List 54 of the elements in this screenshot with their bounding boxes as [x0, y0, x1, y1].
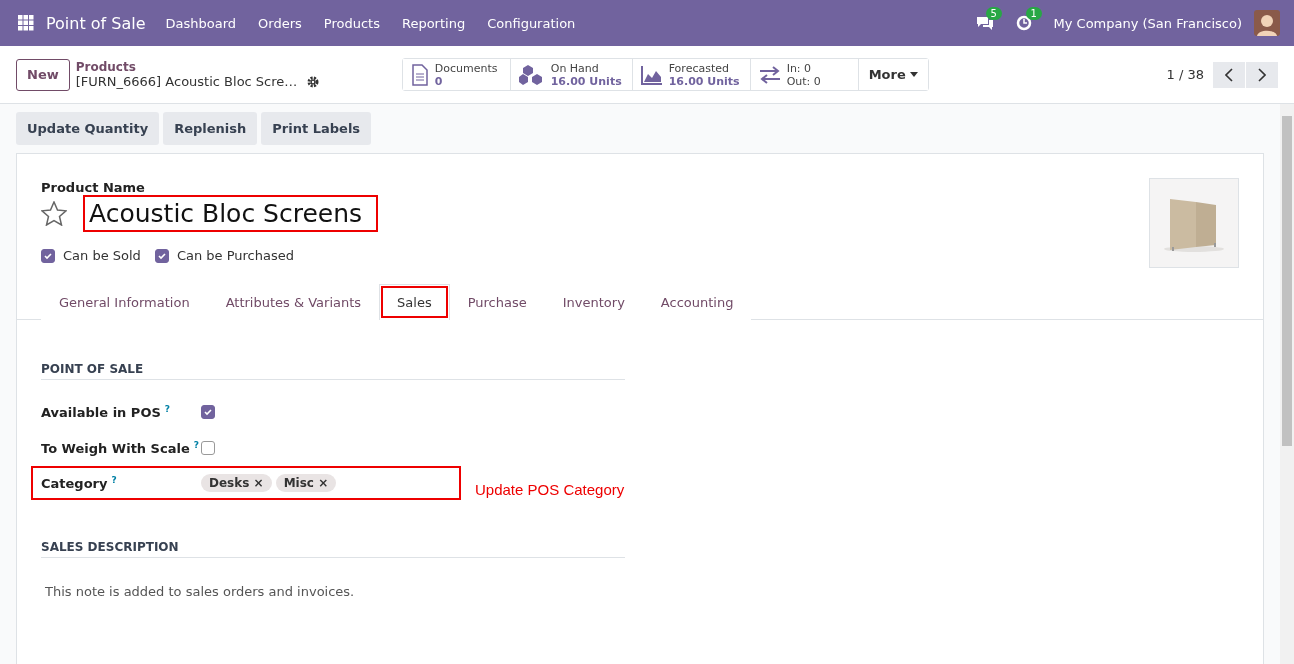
- record-title: [FURN_6666] Acoustic Bloc Scre…: [75, 74, 298, 89]
- checkbox[interactable]: [201, 405, 215, 419]
- checkmark-icon: [203, 407, 213, 417]
- category-tag[interactable]: Misc ×: [275, 474, 337, 492]
- new-button[interactable]: New: [16, 58, 70, 91]
- category-tag[interactable]: Desks ×: [201, 474, 272, 492]
- menu-item[interactable]: Products: [323, 15, 380, 31]
- menu-item[interactable]: Reporting: [401, 15, 466, 31]
- message-count-badge: 5: [985, 7, 1002, 20]
- chevron-left-icon: [1225, 67, 1233, 82]
- annotation-text: Update POS Category: [475, 481, 625, 498]
- settings-icon[interactable]: [307, 75, 320, 88]
- app-grid-icon[interactable]: [18, 15, 34, 31]
- section-title: SALES DESCRIPTION: [41, 540, 625, 558]
- field-label: Product Name: [41, 180, 146, 195]
- chat-icon[interactable]: [975, 15, 994, 31]
- next-button[interactable]: [1246, 61, 1278, 88]
- checkmark-icon: [156, 250, 167, 261]
- previous-button[interactable]: [1213, 61, 1245, 88]
- description-field[interactable]: This note is added to sales orders and invoices.: [41, 558, 625, 599]
- area-chart-icon: [640, 64, 663, 85]
- section-title: POINT OF SALE: [41, 362, 625, 380]
- pager-counter[interactable]: 1 / 38: [1166, 67, 1204, 82]
- menu-item[interactable]: Orders: [258, 15, 302, 31]
- menu-item[interactable]: Configuration: [487, 15, 576, 31]
- clock-icon[interactable]: [1015, 15, 1032, 31]
- exchange-icon: [758, 65, 781, 84]
- action-button[interactable]: Update Quantity: [16, 112, 160, 145]
- checkbox[interactable]: [154, 248, 169, 263]
- cubes-icon: [518, 63, 545, 86]
- tab[interactable]: Sales: [379, 284, 450, 320]
- avatar-icon[interactable]: [1254, 10, 1280, 36]
- breadcrumb-link[interactable]: Products: [75, 60, 402, 74]
- field-label: Available in POS $^{?}$: [41, 403, 172, 421]
- smart-button[interactable]: Documents 0: [402, 59, 511, 90]
- scrollbar[interactable]: [1280, 104, 1294, 664]
- checkbox-label: Can be Purchased: [176, 248, 294, 263]
- checkbox-label: Can be Sold: [63, 248, 141, 263]
- menu-item[interactable]: Dashboard: [165, 15, 237, 31]
- chevron-right-icon: [1258, 67, 1266, 82]
- field-label: Category $^{?}$: [41, 474, 118, 492]
- star-icon[interactable]: [41, 201, 67, 226]
- document-icon: [410, 63, 429, 86]
- action-button[interactable]: Print Labels: [261, 112, 372, 145]
- caret-icon: [909, 72, 918, 77]
- product-name-field[interactable]: Acoustic Bloc Screens: [83, 195, 379, 232]
- checkbox[interactable]: [201, 441, 215, 455]
- activity-count-badge: 1: [1025, 7, 1042, 20]
- company-name[interactable]: My Company (San Francisco): [1053, 15, 1242, 31]
- checkbox[interactable]: [41, 248, 55, 263]
- action-button[interactable]: Replenish: [163, 112, 258, 145]
- checkmark-icon: [43, 250, 53, 261]
- app-title: Point of Sale: [46, 13, 146, 33]
- field-label: To Weigh With Scale $^{?}$: [41, 439, 200, 457]
